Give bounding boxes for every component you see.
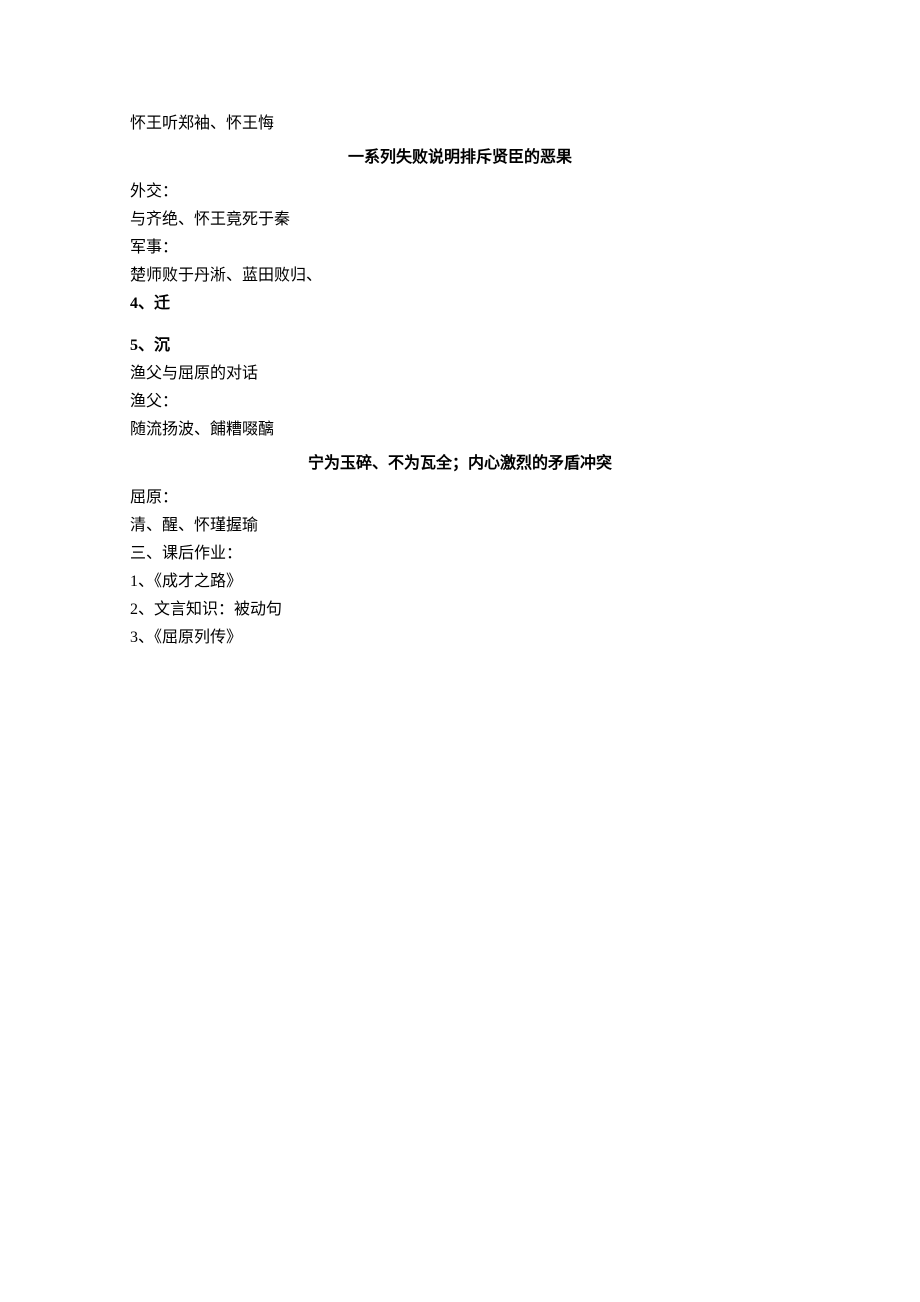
military-text: 楚师败于丹淅、蓝田败归、: [130, 262, 790, 290]
fisherman-dialogue-title: 渔父与屈原的对话: [130, 360, 790, 388]
heading-consequences: 一系列失败说明排斥贤臣的恶果: [130, 144, 790, 172]
military-label: 军事：: [130, 234, 790, 262]
homework-item-2: 2、文言知识：被动句: [130, 596, 790, 624]
text-line-1: 怀王听郑袖、怀王悔: [130, 110, 790, 138]
homework-item-3: 3、《屈原列传》: [130, 624, 790, 652]
heading-conflict: 宁为玉碎、不为瓦全；内心激烈的矛盾冲突: [130, 450, 790, 478]
diplomacy-text: 与齐绝、怀王竟死于秦: [130, 206, 790, 234]
homework-title: 三、课后作业：: [130, 540, 790, 568]
fisherman-label: 渔父：: [130, 388, 790, 416]
section-4-heading: 4、迁: [130, 290, 790, 318]
fisherman-text: 随流扬波、餔糟啜醨: [130, 416, 790, 444]
homework-item-1: 1、《成才之路》: [130, 568, 790, 596]
quyuan-text: 清、醒、怀瑾握瑜: [130, 512, 790, 540]
quyuan-label: 屈原：: [130, 484, 790, 512]
section-5-heading: 5、沉: [130, 332, 790, 360]
diplomacy-label: 外交：: [130, 178, 790, 206]
